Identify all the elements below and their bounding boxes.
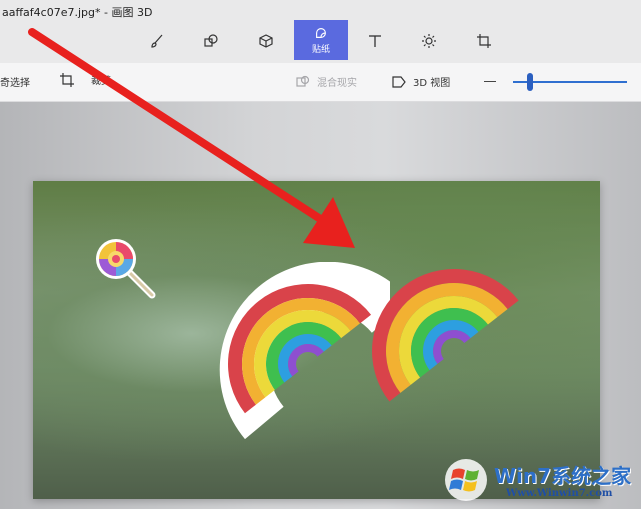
windows-logo-icon bbox=[445, 459, 487, 501]
red-annotation-arrow bbox=[28, 28, 355, 248]
watermark-url: Www.Winwin7.com bbox=[506, 488, 613, 499]
watermark: Win7系统之家 Www.Winwin7.com bbox=[444, 458, 634, 504]
watermark-brand: Win7系统之家 bbox=[494, 464, 632, 488]
